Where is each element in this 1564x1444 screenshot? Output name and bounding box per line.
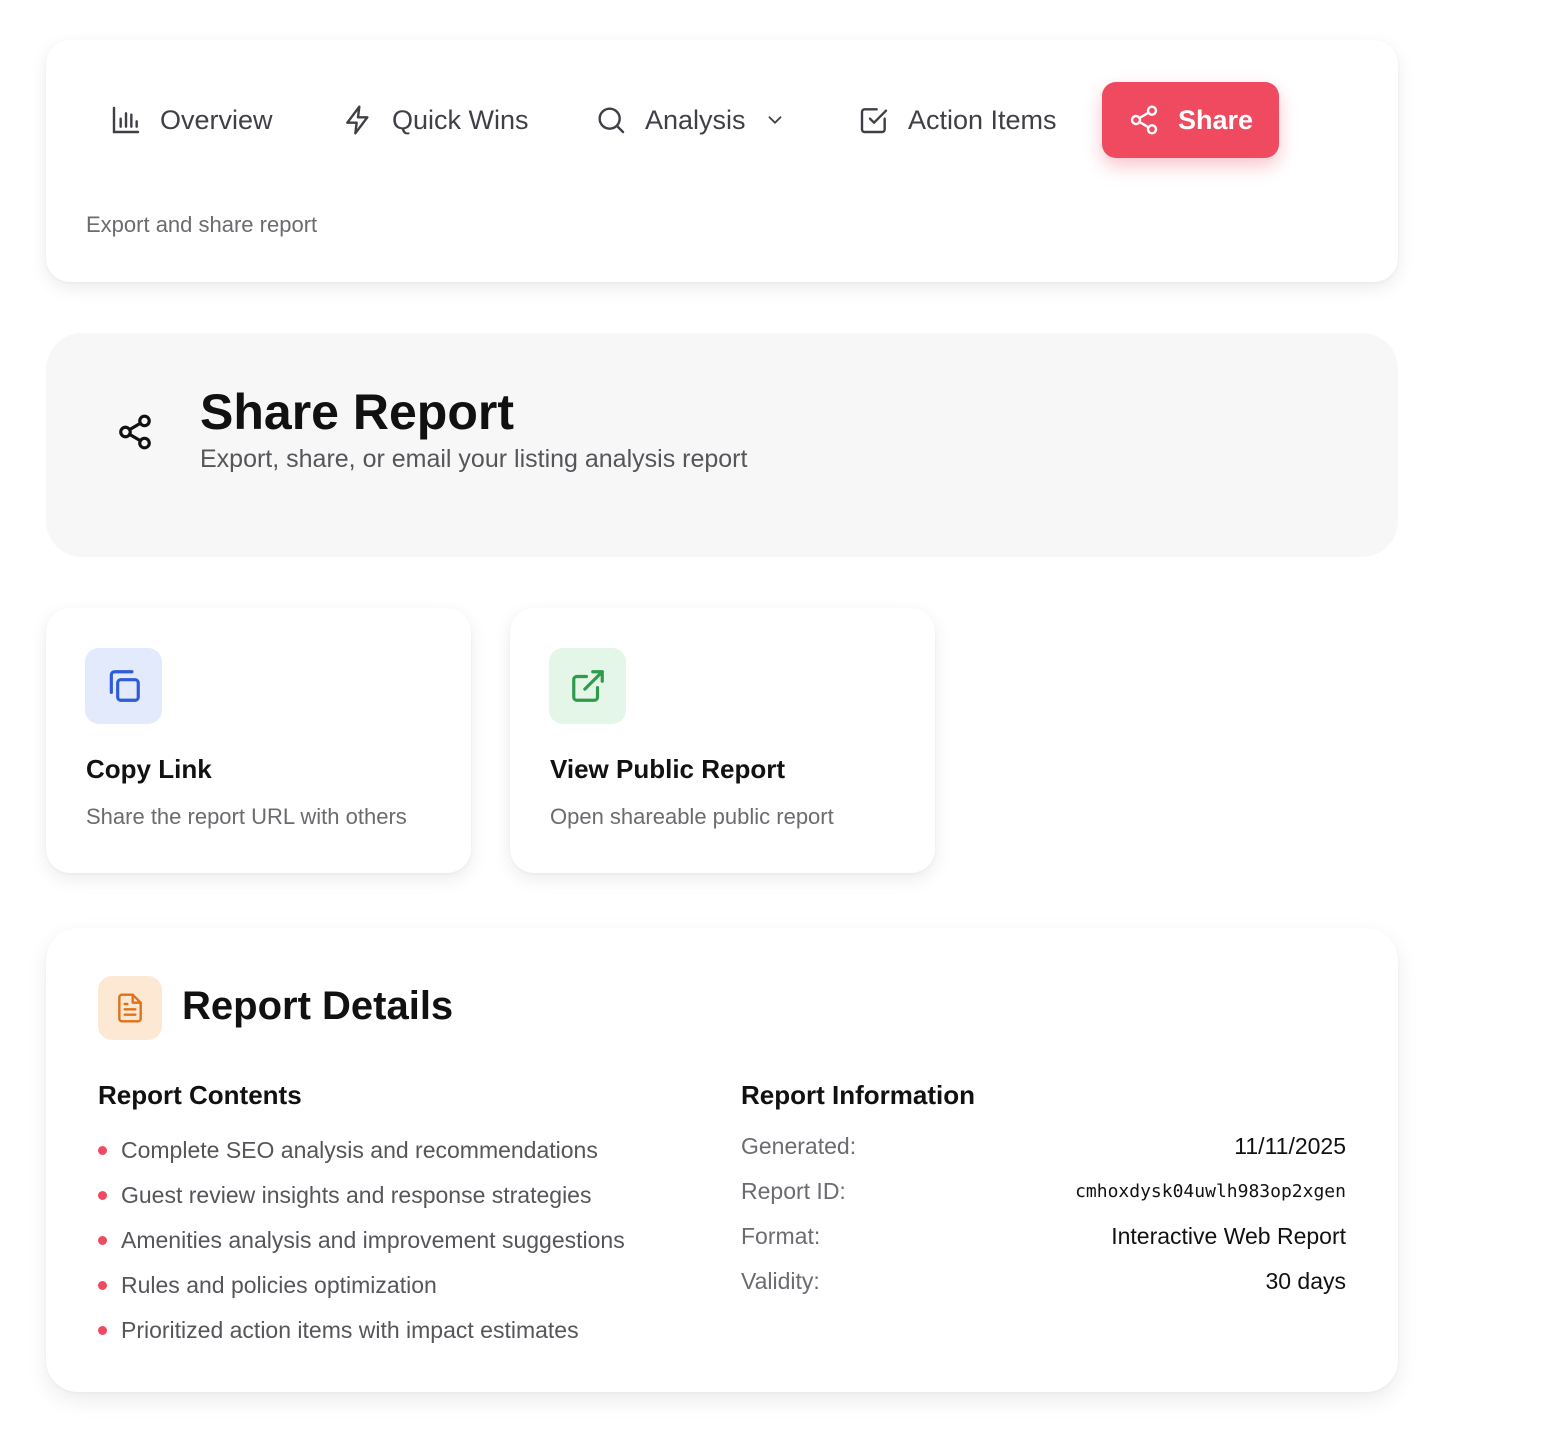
page-title: Share Report bbox=[200, 384, 514, 440]
info-label: Format: bbox=[741, 1223, 821, 1249]
page-subtitle: Export, share, or email your listing ana… bbox=[200, 445, 748, 473]
report-contents-list: Complete SEO analysis and recommendation… bbox=[98, 1128, 625, 1353]
report-details-icon-box bbox=[98, 976, 162, 1040]
list-item-text: Amenities analysis and improvement sugge… bbox=[121, 1227, 625, 1253]
view-public-report-description: Open shareable public report bbox=[550, 804, 834, 829]
list-item: Rules and policies optimization bbox=[98, 1263, 625, 1308]
list-item: Amenities analysis and improvement sugge… bbox=[98, 1218, 625, 1263]
info-value: Interactive Web Report bbox=[1111, 1223, 1346, 1249]
copy-link-icon-box bbox=[85, 648, 162, 724]
list-item-text: Guest review insights and response strat… bbox=[121, 1182, 592, 1208]
tab-description: Export and share report bbox=[86, 212, 318, 237]
report-details-card: Report Details Report Contents Complete … bbox=[46, 928, 1398, 1392]
info-row-report-id: Report ID: cmhoxdysk04uwlh983op2xgen bbox=[741, 1169, 1346, 1214]
copy-link-card[interactable]: Copy Link Share the report URL with othe… bbox=[46, 608, 471, 873]
info-value: 11/11/2025 bbox=[1234, 1133, 1346, 1159]
info-row-validity: Validity: 30 days bbox=[741, 1259, 1346, 1304]
list-item: Complete SEO analysis and recommendation… bbox=[98, 1128, 625, 1173]
bullet-dot bbox=[98, 1281, 107, 1290]
report-id-value: cmhoxdysk04uwlh983op2xgen bbox=[1075, 1181, 1346, 1202]
bullet-dot bbox=[98, 1326, 107, 1335]
tab-action-items-label: Action Items bbox=[908, 104, 1057, 135]
copy-link-description: Share the report URL with others bbox=[86, 804, 407, 829]
list-item-text: Rules and policies optimization bbox=[121, 1272, 437, 1298]
report-information-table: Generated: 11/11/2025 Report ID: cmhoxdy… bbox=[741, 1124, 1346, 1304]
report-information-heading: Report Information bbox=[741, 1080, 975, 1110]
report-contents-heading: Report Contents bbox=[98, 1080, 302, 1110]
list-item: Prioritized action items with impact est… bbox=[98, 1308, 625, 1353]
share-icon bbox=[119, 414, 151, 450]
share-icon bbox=[1130, 105, 1158, 135]
chevron-down-icon bbox=[768, 116, 781, 124]
bullet-dot bbox=[98, 1191, 107, 1200]
search-icon bbox=[598, 107, 625, 134]
page: Overview Quick Wins Analysis Action Item… bbox=[0, 0, 1564, 1444]
info-row-format: Format: Interactive Web Report bbox=[741, 1214, 1346, 1259]
report-details-title: Report Details bbox=[182, 984, 454, 1028]
tab-overview[interactable]: Overview bbox=[110, 82, 273, 158]
list-item: Guest review insights and response strat… bbox=[98, 1173, 625, 1218]
bullet-dot bbox=[98, 1236, 107, 1245]
tab-share-label: Share bbox=[1178, 104, 1254, 135]
tab-bar: Overview Quick Wins Analysis Action Item… bbox=[46, 82, 1398, 158]
checkbox-icon bbox=[860, 108, 888, 134]
tab-action-items[interactable]: Action Items bbox=[858, 82, 1057, 158]
share-report-header: Share Report Export, share, or email you… bbox=[46, 333, 1398, 557]
tab-analysis[interactable]: Analysis bbox=[595, 82, 786, 158]
external-link-icon bbox=[571, 670, 604, 702]
info-label: Validity: bbox=[741, 1268, 820, 1294]
view-public-report-icon-box bbox=[549, 648, 626, 724]
copy-link-title: Copy Link bbox=[86, 754, 212, 784]
view-public-report-card[interactable]: View Public Report Open shareable public… bbox=[510, 608, 935, 873]
info-label: Generated: bbox=[741, 1133, 857, 1159]
bar-chart-icon bbox=[112, 106, 140, 134]
bullet-dot bbox=[98, 1146, 107, 1155]
info-value: 30 days bbox=[1265, 1268, 1346, 1294]
view-public-report-title: View Public Report bbox=[550, 754, 786, 784]
document-icon bbox=[118, 993, 142, 1023]
copy-icon bbox=[109, 670, 140, 702]
lightning-icon bbox=[346, 105, 369, 135]
tab-overview-label: Overview bbox=[160, 104, 273, 135]
tab-quick-wins-label: Quick Wins bbox=[392, 104, 529, 135]
list-item-text: Prioritized action items with impact est… bbox=[121, 1317, 579, 1343]
report-nav-card: Overview Quick Wins Analysis Action Item… bbox=[46, 40, 1398, 282]
list-item-text: Complete SEO analysis and recommendation… bbox=[121, 1137, 598, 1163]
tab-analysis-label: Analysis bbox=[645, 104, 746, 135]
info-label: Report ID: bbox=[741, 1178, 846, 1204]
info-row-generated: Generated: 11/11/2025 bbox=[741, 1124, 1346, 1169]
tab-share[interactable]: Share bbox=[1102, 82, 1280, 158]
tab-quick-wins[interactable]: Quick Wins bbox=[342, 82, 529, 158]
